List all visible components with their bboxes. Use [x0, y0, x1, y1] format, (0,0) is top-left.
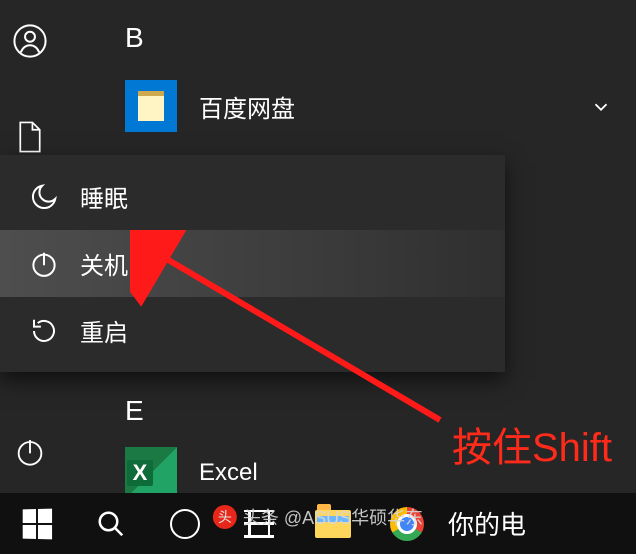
- watermark-logo-icon: 头: [213, 505, 237, 529]
- power-restart[interactable]: 重启: [0, 297, 505, 364]
- power-shutdown[interactable]: 关机: [0, 230, 505, 297]
- power-sleep[interactable]: 睡眠: [0, 163, 505, 230]
- taskbar-search[interactable]: [74, 493, 148, 554]
- start-menu-panel: B 百度网盘 睡眠 关机 重启 E: [0, 0, 636, 493]
- section-header-e[interactable]: E: [105, 395, 278, 427]
- power-rail-icon[interactable]: [7, 429, 53, 475]
- windows-logo-icon: [23, 508, 52, 539]
- cortana-icon: [170, 509, 200, 539]
- folder-icon: [125, 80, 177, 132]
- watermark-text: 头条 @ASUS华硕华东: [243, 504, 423, 530]
- power-icon: [28, 248, 60, 280]
- power-menu: 睡眠 关机 重启: [0, 155, 505, 372]
- watermark: 头 头条 @ASUS华硕华东: [213, 504, 423, 530]
- taskbar-cortana[interactable]: [148, 493, 222, 554]
- app-label: Excel: [199, 459, 258, 487]
- start-button[interactable]: [0, 493, 74, 554]
- account-icon[interactable]: [7, 18, 53, 64]
- section-header-b[interactable]: B: [105, 22, 636, 54]
- app-label: 百度网盘: [199, 89, 295, 124]
- taskbar-right-text: 你的电: [448, 505, 526, 542]
- apps-list-lower: E Excel: [105, 395, 278, 505]
- chevron-down-icon[interactable]: [590, 96, 612, 123]
- power-item-label: 关机: [80, 246, 128, 281]
- restart-icon: [28, 315, 60, 347]
- excel-icon: [125, 447, 177, 499]
- annotation-text: 按住Shift: [452, 415, 612, 473]
- documents-icon[interactable]: [7, 114, 53, 160]
- moon-icon: [28, 181, 60, 213]
- power-item-label: 重启: [80, 313, 128, 348]
- power-item-label: 睡眠: [80, 179, 128, 214]
- app-baidu-netdisk[interactable]: 百度网盘: [105, 74, 636, 138]
- apps-list: B 百度网盘: [105, 0, 636, 138]
